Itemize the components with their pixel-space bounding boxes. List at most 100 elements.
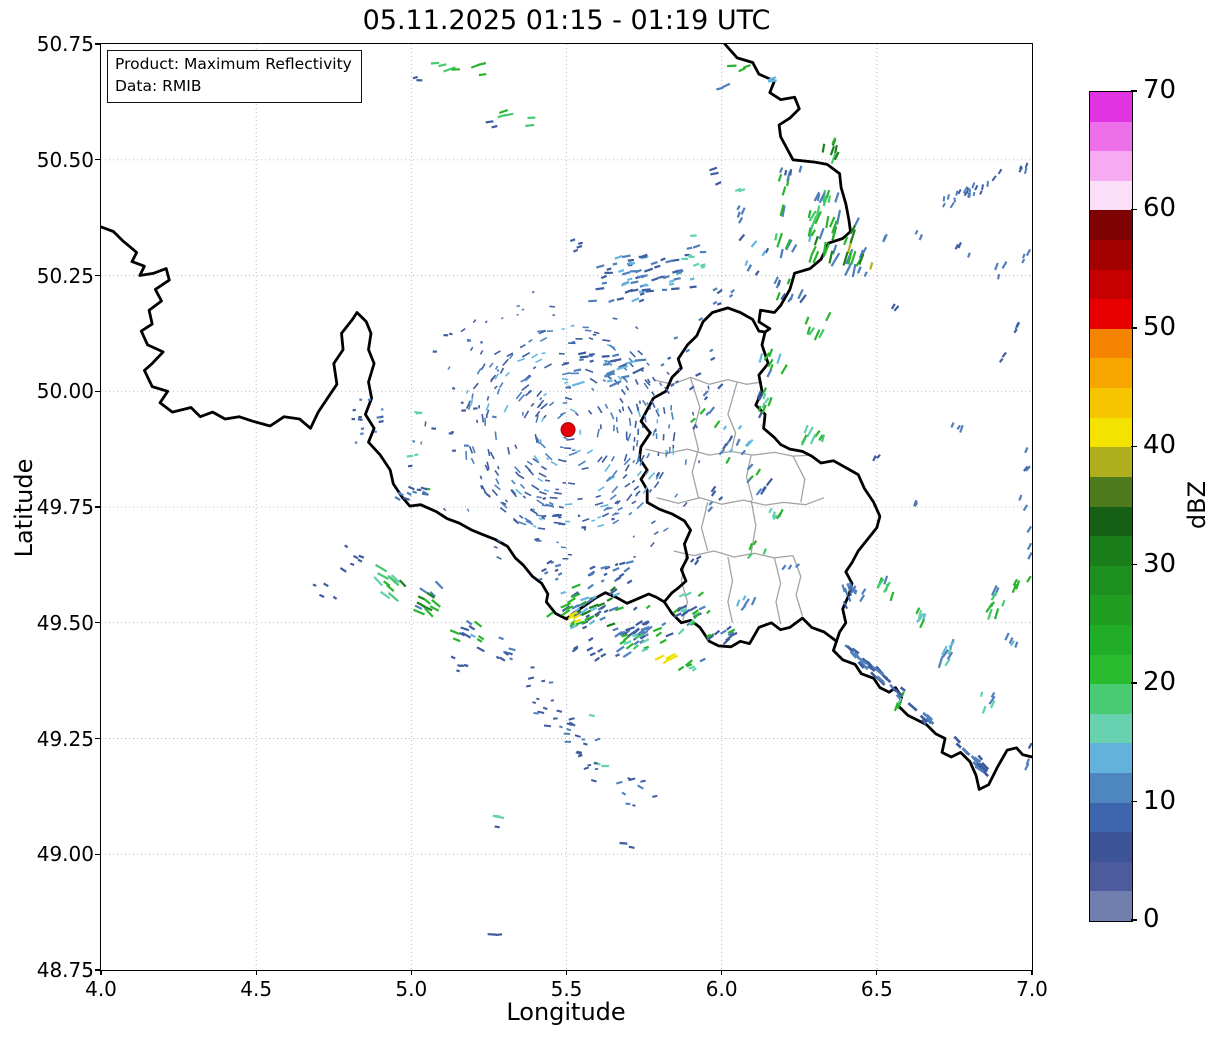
y-tick-mark (95, 390, 100, 392)
echo-cluster (654, 652, 679, 665)
echo-cluster (470, 61, 487, 77)
colorbar-band (1090, 861, 1132, 892)
echo-cluster (450, 655, 469, 673)
echo-cluster (538, 559, 563, 581)
colorbar-band (1090, 180, 1132, 211)
echo-cluster (942, 162, 1029, 209)
echo-cluster (913, 499, 918, 507)
annotation-source: Data: RMIB (115, 76, 202, 95)
echo-cluster (569, 238, 583, 253)
echo-cluster (804, 311, 832, 341)
echo-cluster (449, 619, 485, 653)
echo-cluster (312, 582, 338, 600)
echo-cluster (1018, 494, 1029, 512)
echo-cluster (856, 266, 868, 277)
x-tick-label: 5.5 (550, 977, 583, 1001)
echo-cluster (777, 165, 803, 196)
echo-cluster (844, 644, 990, 778)
colorbar-band (1090, 417, 1132, 448)
echo-cluster (526, 666, 658, 807)
colorbar-tick-mark (1131, 800, 1137, 803)
y-tick-label: 49.00 (36, 842, 94, 867)
colorbar-band (1090, 595, 1132, 625)
echo-cluster (495, 636, 516, 662)
echo-cluster (800, 424, 826, 446)
echo-cluster (954, 241, 971, 258)
echo-cluster (690, 555, 702, 566)
y-tick-label: 50.00 (36, 379, 94, 404)
map-canvas (101, 44, 1032, 970)
y-tick-mark (95, 43, 100, 45)
echo-cluster (672, 591, 711, 635)
colorbar-tick-label: 70 (1143, 75, 1177, 105)
echo-cluster (774, 204, 842, 264)
echo-cluster (872, 453, 881, 462)
echo-cluster (573, 351, 595, 372)
x-tick-mark (876, 970, 878, 975)
x-axis-label: Longitude (506, 998, 626, 1026)
echo-cluster (718, 424, 754, 464)
echo-cluster (1021, 248, 1032, 264)
colorbar-tick-mark (1131, 682, 1137, 684)
colorbar-band (1090, 565, 1132, 596)
echo-cluster (709, 166, 722, 186)
colorbar-tick-mark (1131, 445, 1137, 447)
echo-cluster (712, 287, 735, 306)
y-tick-mark (95, 159, 100, 161)
x-tick-mark (565, 970, 568, 975)
colorbar-band (1090, 92, 1132, 122)
echo-cluster (985, 584, 1006, 621)
colorbar-band (1090, 328, 1132, 359)
echo-cluster (406, 453, 419, 458)
echo-cluster (587, 560, 634, 585)
colorbar-band (1090, 536, 1132, 566)
colorbar-band (1090, 210, 1132, 241)
echo-cluster (876, 575, 895, 602)
colorbar-label: dBZ (1183, 480, 1211, 530)
x-tick-label: 4.5 (240, 977, 273, 1001)
x-tick-mark (1031, 970, 1033, 975)
colorbar-band (1090, 506, 1132, 537)
echo-cluster (571, 636, 607, 662)
echo-cluster (485, 120, 498, 129)
echo-cluster (738, 233, 770, 276)
x-tick-label: 6.5 (860, 977, 893, 1001)
echo-cluster (736, 205, 746, 224)
echo-cluster (734, 187, 746, 193)
echo-cluster (1004, 632, 1019, 648)
x-tick-label: 7.0 (1016, 977, 1048, 1001)
colorbar-band (1090, 773, 1132, 803)
echo-cluster (487, 933, 503, 937)
echo-cluster (998, 351, 1007, 363)
colorbar-tick-mark (1131, 564, 1137, 566)
colorbar-band (1090, 151, 1132, 181)
colorbar-band (1090, 121, 1132, 152)
y-tick-label: 49.75 (36, 495, 94, 519)
colorbar-tick-mark (1131, 327, 1137, 329)
annotation-box: Product: Maximum Reflectivity Data: RMIB (107, 50, 362, 104)
echo-cluster (937, 638, 955, 669)
colorbar-tick-label: 50 (1143, 311, 1177, 342)
x-tick-label: 6.0 (705, 977, 738, 1001)
plot-area (100, 43, 1033, 971)
y-tick-label: 50.50 (36, 147, 94, 172)
echo-cluster (882, 233, 888, 243)
echo-cluster (768, 507, 784, 521)
radar-site-marker (560, 422, 576, 438)
colorbar-band (1090, 476, 1132, 507)
echo-cluster (619, 841, 635, 849)
y-tick-mark (95, 274, 100, 277)
colorbar-band (1090, 624, 1132, 655)
echo-cluster (660, 317, 716, 388)
echo-cluster (492, 814, 505, 829)
echo-cluster (746, 463, 773, 496)
echo-cluster (707, 485, 724, 513)
echo-cluster (950, 422, 964, 433)
gridlines (101, 44, 1032, 970)
colorbar-band (1090, 684, 1132, 714)
colorbar-tick-label: 60 (1143, 193, 1177, 224)
echo-cluster (914, 229, 924, 241)
annotation-product: Product: Maximum Reflectivity (115, 55, 352, 73)
echo-cluster (525, 116, 536, 127)
x-tick-mark (255, 970, 257, 975)
